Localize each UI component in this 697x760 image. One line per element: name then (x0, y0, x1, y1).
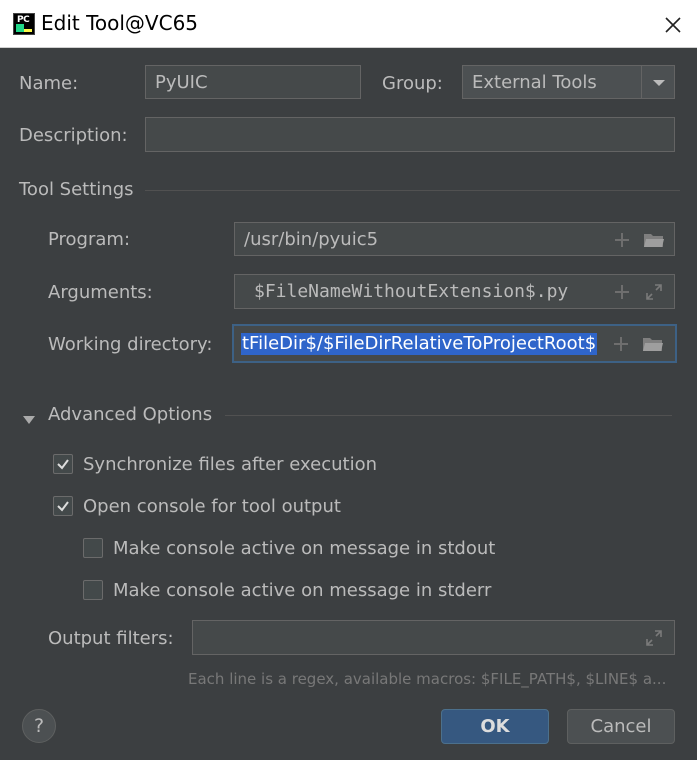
output-filters-label: Output filters: (48, 628, 174, 649)
description-label: Description: (19, 125, 128, 146)
program-label: Program: (48, 229, 131, 250)
pycharm-app-icon: PC (13, 13, 35, 35)
program-input[interactable]: /usr/bin/pyuic5 (234, 222, 675, 256)
sync-files-label[interactable]: Synchronize files after execution (83, 454, 377, 475)
name-input[interactable]: PyUIC (145, 65, 361, 99)
name-label: Name: (19, 73, 79, 94)
group-value: External Tools (472, 72, 597, 93)
program-value: /usr/bin/pyuic5 (244, 229, 379, 250)
plus-icon[interactable] (611, 229, 633, 251)
expand-icon[interactable] (643, 627, 665, 649)
ok-button[interactable]: OK (441, 709, 549, 744)
advanced-options-separator (225, 415, 672, 416)
console-active-stdout-checkbox[interactable] (83, 538, 103, 558)
console-active-stderr-checkbox[interactable] (83, 580, 103, 600)
arguments-value: $FileNameWithoutExtension$.py (254, 281, 569, 302)
plus-icon[interactable] (610, 333, 632, 355)
group-label: Group: (382, 73, 443, 94)
expand-icon[interactable] (643, 281, 665, 303)
folder-icon[interactable] (642, 333, 664, 355)
open-console-label[interactable]: Open console for tool output (83, 496, 341, 517)
chevron-down-icon[interactable] (648, 72, 670, 94)
tool-settings-header: Tool Settings (19, 179, 134, 200)
close-icon[interactable] (660, 12, 686, 38)
cancel-button[interactable]: Cancel (567, 709, 675, 744)
sync-files-checkbox[interactable] (53, 454, 73, 474)
tool-settings-separator (145, 190, 680, 191)
working-directory-value: tFileDir$/$FileDirRelativeToProjectRoot$ (241, 333, 598, 355)
output-filters-input[interactable] (192, 620, 675, 655)
title-bar: PC Edit Tool@VC65 (0, 0, 697, 48)
working-directory-input[interactable]: tFileDir$/$FileDirRelativeToProjectRoot$ (232, 324, 677, 363)
open-console-checkbox[interactable] (53, 496, 73, 516)
group-combobox[interactable]: External Tools (462, 65, 675, 99)
console-active-stderr-label[interactable]: Make console active on message in stderr (113, 580, 491, 601)
console-active-stdout-label[interactable]: Make console active on message in stdout (113, 538, 495, 559)
advanced-options-header[interactable]: Advanced Options (48, 404, 212, 425)
name-value: PyUIC (155, 72, 208, 93)
help-button[interactable]: ? (22, 709, 56, 743)
arguments-label: Arguments: (48, 282, 153, 303)
working-directory-label: Working directory: (48, 334, 213, 355)
arguments-input[interactable]: $FileNameWithoutExtension$.py (234, 274, 675, 309)
folder-icon[interactable] (643, 229, 665, 251)
output-filters-hint: Each line is a regex, available macros: … (188, 670, 667, 688)
plus-icon[interactable] (611, 281, 633, 303)
collapse-triangle-icon[interactable] (22, 409, 36, 430)
window-title: Edit Tool@VC65 (41, 11, 199, 35)
description-input[interactable] (145, 117, 675, 152)
